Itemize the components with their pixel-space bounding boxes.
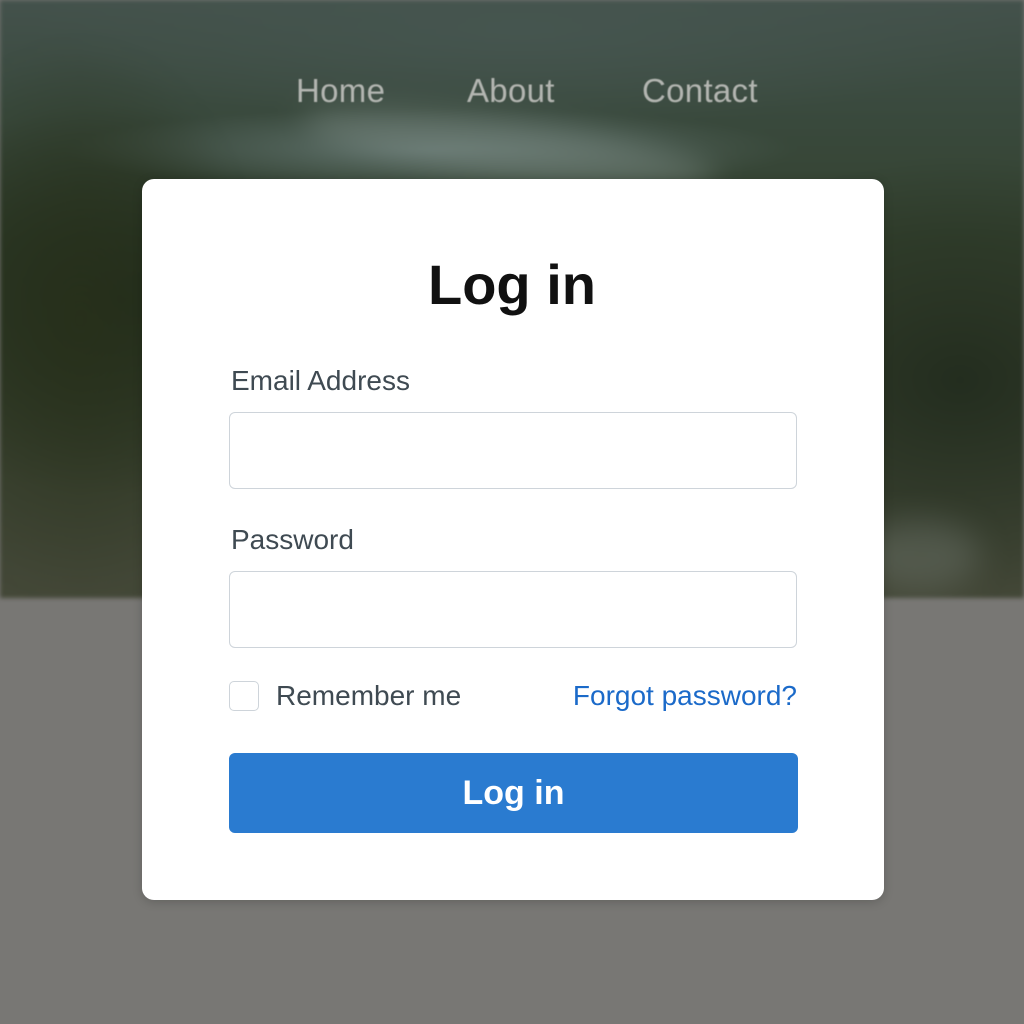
password-field[interactable] <box>229 571 797 648</box>
remember-me-checkbox[interactable] <box>229 681 259 711</box>
page: Home About Contact Log in Email Address … <box>0 0 1024 1024</box>
password-label: Password <box>231 524 354 555</box>
nav-link-about[interactable]: About <box>467 72 555 110</box>
nav-link-home[interactable]: Home <box>296 72 385 110</box>
login-button[interactable]: Log in <box>229 753 798 833</box>
top-navigation: Home About Contact <box>0 72 1024 116</box>
remember-row: Remember me Forgot password? <box>229 680 797 714</box>
remember-me-label[interactable]: Remember me <box>276 680 461 712</box>
login-title: Log in <box>428 253 596 316</box>
nav-link-contact[interactable]: Contact <box>642 72 758 110</box>
email-label: Email Address <box>231 365 410 396</box>
email-field[interactable] <box>229 412 797 489</box>
forgot-password-link[interactable]: Forgot password? <box>573 680 797 712</box>
